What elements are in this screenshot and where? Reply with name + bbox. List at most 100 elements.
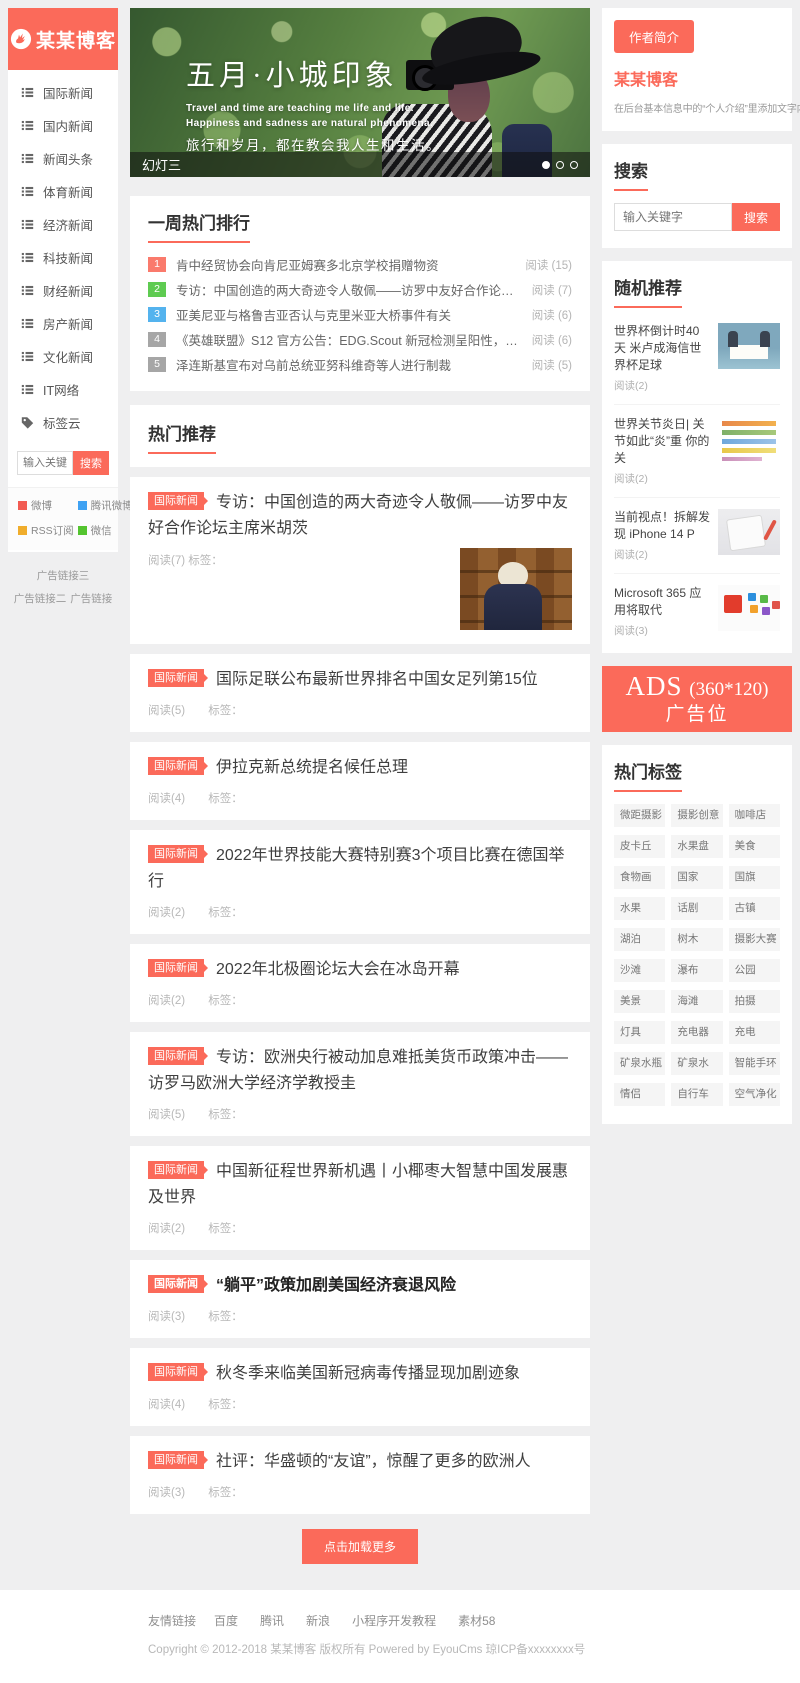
slider-dot-3[interactable] bbox=[570, 161, 578, 169]
tag-link[interactable]: 自行车 bbox=[671, 1083, 722, 1106]
tag-link[interactable]: 矿泉水瓶 bbox=[614, 1052, 665, 1075]
article-title[interactable]: 国际新闻2022年世界技能大赛特别赛3个项目比赛在德国举行 bbox=[148, 843, 572, 895]
article-title[interactable]: 国际新闻“躺平”政策加剧美国经济衰退风险 bbox=[148, 1273, 572, 1299]
tag-link[interactable]: 空气净化 bbox=[729, 1083, 780, 1106]
article-title[interactable]: 国际新闻国际足联公布最新世界排名中国女足列第15位 bbox=[148, 667, 572, 693]
load-more-button[interactable]: 点击加载更多 bbox=[302, 1529, 418, 1564]
random-item-title[interactable]: 当前视点！拆解发现 iPhone 14 P bbox=[614, 509, 710, 543]
article-item[interactable]: 国际新闻专访：欧洲央行被动加息难抵美货币政策冲击——访罗马欧洲大学经济学教授圭 … bbox=[130, 1032, 590, 1136]
slide-caption[interactable]: 幻灯三 bbox=[142, 155, 181, 174]
tag-link[interactable]: 情侣 bbox=[614, 1083, 665, 1106]
article-title[interactable]: 国际新闻专访：中国创造的两大奇迹令人敬佩——访罗中友好合作论坛主席米胡茨 bbox=[148, 490, 572, 542]
article-item[interactable]: 国际新闻2022年北极圈论坛大会在冰岛开幕 阅读(2) 标签： bbox=[130, 944, 590, 1022]
article-title[interactable]: 国际新闻专访：欧洲央行被动加息难抵美货币政策冲击——访罗马欧洲大学经济学教授圭 bbox=[148, 1045, 572, 1097]
random-item[interactable]: 当前视点！拆解发现 iPhone 14 P 阅读(2) bbox=[614, 498, 780, 574]
tag-link[interactable]: 话剧 bbox=[671, 897, 722, 920]
social-link[interactable]: RSS订阅 bbox=[18, 523, 74, 538]
nav-item[interactable]: 国内新闻 bbox=[8, 109, 118, 142]
article-title[interactable]: 国际新闻社评：华盛顿的“友谊”，惊醒了更多的欧洲人 bbox=[148, 1449, 572, 1475]
tag-link[interactable]: 公园 bbox=[729, 959, 780, 982]
category-badge[interactable]: 国际新闻 bbox=[148, 1451, 204, 1469]
tag-link[interactable]: 矿泉水 bbox=[671, 1052, 722, 1075]
social-link[interactable]: 微博 bbox=[18, 498, 74, 513]
category-badge[interactable]: 国际新闻 bbox=[148, 845, 204, 863]
category-badge[interactable]: 国际新闻 bbox=[148, 492, 204, 510]
friend-link[interactable]: 百度 bbox=[214, 1612, 238, 1629]
category-badge[interactable]: 国际新闻 bbox=[148, 1047, 204, 1065]
article-item[interactable]: 国际新闻“躺平”政策加剧美国经济衰退风险 阅读(3) 标签： bbox=[130, 1260, 590, 1338]
category-badge[interactable]: 国际新闻 bbox=[148, 1275, 204, 1293]
ad-link[interactable]: 广告链接三 bbox=[37, 568, 90, 583]
tag-link[interactable]: 咖啡店 bbox=[729, 804, 780, 827]
search-button[interactable]: 搜索 bbox=[732, 203, 780, 231]
rank-item-title[interactable]: 肯中经贸协会向肯尼亚姆赛多北京学校捐赠物资 bbox=[176, 255, 513, 274]
nav-item[interactable]: 新闻头条 bbox=[8, 142, 118, 175]
friend-link[interactable]: 小程序开发教程 bbox=[352, 1612, 436, 1629]
rank-item[interactable]: 3 亚美尼亚与格鲁吉亚否认与克里米亚大桥事件有关 阅读 (6) bbox=[148, 302, 572, 327]
tag-link[interactable]: 拍摄 bbox=[729, 990, 780, 1013]
tag-link[interactable]: 皮卡丘 bbox=[614, 835, 665, 858]
nav-item[interactable]: IT网络 bbox=[8, 373, 118, 406]
category-badge[interactable]: 国际新闻 bbox=[148, 669, 204, 687]
article-item[interactable]: 国际新闻伊拉克新总统提名候任总理 阅读(4) 标签： bbox=[130, 742, 590, 820]
nav-item-tag-cloud[interactable]: 标签云 bbox=[8, 406, 118, 439]
ad-link[interactable]: 广告链接 bbox=[70, 591, 112, 606]
tag-link[interactable]: 古镇 bbox=[729, 897, 780, 920]
random-item-title[interactable]: 世界杯倒计时40天 米卢成海信世界杯足球 bbox=[614, 323, 710, 374]
nav-item[interactable]: 体育新闻 bbox=[8, 175, 118, 208]
category-badge[interactable]: 国际新闻 bbox=[148, 1161, 204, 1179]
random-item-thumbnail[interactable] bbox=[718, 585, 780, 631]
nav-item[interactable]: 经济新闻 bbox=[8, 208, 118, 241]
social-link[interactable]: 微信 bbox=[78, 523, 133, 538]
rank-item-title[interactable]: 亚美尼亚与格鲁吉亚否认与克里米亚大桥事件有关 bbox=[176, 305, 520, 324]
article-featured[interactable]: 国际新闻专访：中国创造的两大奇迹令人敬佩——访罗中友好合作论坛主席米胡茨 阅读(… bbox=[130, 477, 590, 644]
rank-item-title[interactable]: 泽连斯基宣布对乌前总统亚努科维奇等人进行制裁 bbox=[176, 355, 520, 374]
random-item[interactable]: 世界关节炎日| 关节如此“炎”重 你的关 阅读(2) bbox=[614, 405, 780, 498]
article-title[interactable]: 国际新闻2022年北极圈论坛大会在冰岛开幕 bbox=[148, 957, 572, 983]
random-item[interactable]: Microsoft 365 应用将取代 阅读(3) bbox=[614, 574, 780, 649]
random-item-thumbnail[interactable] bbox=[718, 416, 780, 462]
tag-link[interactable]: 智能手环 bbox=[729, 1052, 780, 1075]
nav-item[interactable]: 房产新闻 bbox=[8, 307, 118, 340]
rank-item-title[interactable]: 《英雄联盟》S12 官方公告：EDG.Scout 新冠检测呈阳性，比赛顺序可能发 bbox=[176, 330, 520, 349]
tag-link[interactable]: 摄影创意 bbox=[671, 804, 722, 827]
article-thumbnail[interactable] bbox=[460, 548, 572, 630]
random-item-thumbnail[interactable] bbox=[718, 323, 780, 369]
article-item[interactable]: 国际新闻秋冬季来临美国新冠病毒传播显现加剧迹象 阅读(4) 标签： bbox=[130, 1348, 590, 1426]
friend-link[interactable]: 腾讯 bbox=[260, 1612, 284, 1629]
tag-link[interactable]: 水果 bbox=[614, 897, 665, 920]
random-item-title[interactable]: Microsoft 365 应用将取代 bbox=[614, 585, 710, 619]
slider-dot-2[interactable] bbox=[556, 161, 564, 169]
tag-link[interactable]: 美景 bbox=[614, 990, 665, 1013]
friend-link[interactable]: 新浪 bbox=[306, 1612, 330, 1629]
article-item[interactable]: 国际新闻2022年世界技能大赛特别赛3个项目比赛在德国举行 阅读(2) 标签： bbox=[130, 830, 590, 934]
ad-link[interactable]: 广告链接二 bbox=[14, 591, 67, 606]
social-link[interactable]: 腾讯微博 bbox=[78, 498, 133, 513]
tag-link[interactable]: 灯具 bbox=[614, 1021, 665, 1044]
category-badge[interactable]: 国际新闻 bbox=[148, 959, 204, 977]
friend-link[interactable]: 素材58 bbox=[458, 1612, 495, 1629]
slider-dot-1[interactable] bbox=[542, 161, 550, 169]
sidebar-search-button[interactable]: 搜索 bbox=[73, 451, 109, 475]
tag-link[interactable]: 摄影大赛 bbox=[729, 928, 780, 951]
article-title[interactable]: 国际新闻中国新征程世界新机遇丨小椰枣大智慧中国发展惠及世界 bbox=[148, 1159, 572, 1211]
tag-link[interactable]: 美食 bbox=[729, 835, 780, 858]
category-badge[interactable]: 国际新闻 bbox=[148, 1363, 204, 1381]
tag-link[interactable]: 国旗 bbox=[729, 866, 780, 889]
article-item[interactable]: 国际新闻国际足联公布最新世界排名中国女足列第15位 阅读(5) 标签： bbox=[130, 654, 590, 732]
tag-link[interactable]: 食物画 bbox=[614, 866, 665, 889]
sidebar-search-input[interactable] bbox=[17, 451, 73, 475]
tag-link[interactable]: 充电器 bbox=[671, 1021, 722, 1044]
tag-link[interactable]: 海滩 bbox=[671, 990, 722, 1013]
nav-item[interactable]: 财经新闻 bbox=[8, 274, 118, 307]
nav-item[interactable]: 国际新闻 bbox=[8, 76, 118, 109]
nav-item[interactable]: 科技新闻 bbox=[8, 241, 118, 274]
site-logo[interactable]: 某某博客 bbox=[8, 8, 118, 70]
search-input[interactable] bbox=[614, 203, 732, 231]
author-name[interactable]: 某某博客 bbox=[614, 66, 780, 90]
random-item[interactable]: 世界杯倒计时40天 米卢成海信世界杯足球 阅读(2) bbox=[614, 312, 780, 405]
rank-item-title[interactable]: 专访：中国创造的两大奇迹令人敬佩——访罗中友好合作论坛主席米胡茨 bbox=[176, 280, 520, 299]
tag-link[interactable]: 湖泊 bbox=[614, 928, 665, 951]
rank-item[interactable]: 2 专访：中国创造的两大奇迹令人敬佩——访罗中友好合作论坛主席米胡茨 阅读 (7… bbox=[148, 277, 572, 302]
tag-link[interactable]: 沙滩 bbox=[614, 959, 665, 982]
